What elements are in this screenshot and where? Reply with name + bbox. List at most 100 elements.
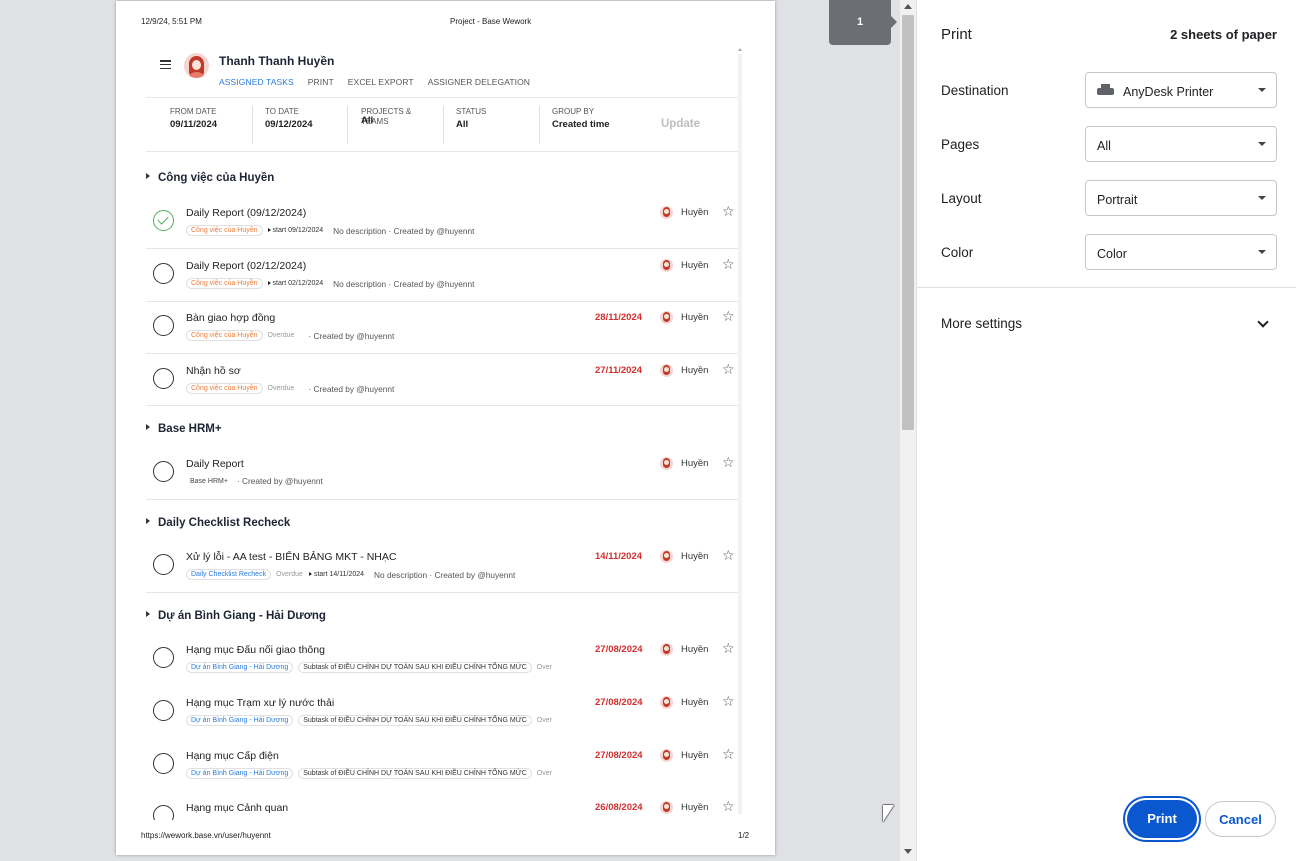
print-preview-page: 12/9/24, 5:51 PM Project - Base Wework T… (116, 1, 775, 855)
subtask-tag: Subtask of ĐIỀU CHỈNH DỰ TOÁN SAU KHI ĐI… (298, 768, 532, 779)
filter-bar: FROM DATE 09/11/2024 TO DATE 09/12/2024 … (146, 97, 738, 152)
layout-select[interactable]: Portrait (1085, 180, 1277, 216)
dropdown-arrow-icon (1258, 250, 1266, 254)
task-name: Hạng mục Đấu nối giao thông (186, 644, 325, 656)
due-date: 27/08/2024 (595, 644, 643, 655)
due-date: 14/11/2024 (595, 551, 643, 562)
checkbox-circle-icon (153, 210, 174, 231)
preview-scrollbar[interactable] (900, 0, 916, 861)
checkbox-circle-icon (153, 368, 174, 389)
task-row: Daily Report (09/12/2024) Công việc của … (146, 197, 738, 249)
checkbox-circle-icon (153, 753, 174, 774)
subtask-tag: Subtask of ĐIỀU CHỈNH DỰ TOÁN SAU KHI ĐI… (298, 715, 532, 726)
dropdown-arrow-icon (1258, 196, 1266, 200)
checkbox-circle-icon (153, 554, 174, 575)
task-meta: Công việc của Huyền start 09/12/2024 No … (186, 225, 474, 236)
overdue-label: Overdue (267, 332, 295, 339)
task-row: Daily Report (02/12/2024) Công việc của … (146, 250, 738, 302)
project-tag: Công việc của Huyền (186, 278, 263, 289)
scrollbar-thumb[interactable] (902, 15, 914, 430)
avatar (660, 801, 673, 814)
assignee: Huyền (660, 457, 708, 470)
avatar (660, 643, 673, 656)
assignee: Huyền (660, 550, 708, 563)
cancel-button[interactable]: Cancel (1205, 801, 1276, 837)
menu-icon (160, 60, 171, 70)
star-icon: ☆ (722, 454, 735, 470)
checkbox-circle-icon (153, 647, 174, 668)
checkbox-circle-icon (153, 263, 174, 284)
task-meta: Dự án Bình Giang - Hải Dương Subtask of … (186, 662, 558, 673)
task-row: Xử lý lỗi - AA test - BIỂN BẢNG MKT - NH… (146, 541, 738, 593)
mouse-cursor (883, 805, 894, 822)
task-name: Daily Report (02/12/2024) (186, 260, 307, 272)
project-tag: Daily Checklist Recheck (186, 569, 272, 580)
tab-print: PRINT (307, 77, 334, 87)
destination-select[interactable]: AnyDesk Printer (1085, 72, 1277, 108)
task-meta: Công việc của Huyền Overdue · Created by… (186, 330, 394, 341)
scroll-up-arrow[interactable] (904, 4, 912, 9)
assignee: Huyền (660, 364, 708, 377)
layout-label: Layout (941, 191, 982, 206)
task-row: Daily Report Base HRM+ · Created by @huy… (146, 448, 738, 500)
print-header-date: 12/9/24, 5:51 PM (141, 17, 202, 26)
scroll-down-arrow[interactable] (904, 849, 912, 854)
task-description: · Created by @huyennt (236, 476, 323, 486)
filter-to-date: TO DATE 09/12/2024 (265, 107, 313, 130)
star-icon: ☆ (722, 547, 735, 563)
task-meta: Công việc của Huyền Overdue · Created by… (186, 383, 394, 394)
tab-excel-export: EXCEL EXPORT (347, 77, 414, 87)
destination-label: Destination (941, 83, 1009, 98)
overdue-label: Overdue (267, 385, 295, 392)
tab-assigner-delegation: ASSIGNER DELEGATION (427, 77, 531, 87)
avatar (660, 457, 673, 470)
start-date: start 02/12/2024 (268, 280, 324, 287)
star-icon: ☆ (722, 746, 735, 762)
due-date: 27/08/2024 (595, 750, 643, 761)
star-icon: ☆ (722, 256, 735, 272)
print-button[interactable]: Print (1127, 800, 1197, 838)
task-meta: Dự án Bình Giang - Hải Dương Subtask of … (186, 715, 558, 726)
task-row: Nhận hồ sơ Công việc của Huyền Overdue ·… (146, 355, 738, 406)
filter-from-date: FROM DATE 09/11/2024 (170, 107, 218, 130)
dropdown-arrow-icon (1258, 88, 1266, 92)
more-settings-toggle[interactable]: More settings (941, 316, 1022, 331)
task-row: Bàn giao hợp đồng Công việc của Huyền Ov… (146, 302, 738, 354)
group-header: Daily Checklist Recheck (146, 517, 290, 529)
panel-title: Print (941, 26, 972, 43)
avatar (660, 311, 673, 324)
project-tag: Dự án Bình Giang - Hải Dương (186, 715, 294, 726)
checkbox-circle-icon (153, 805, 174, 820)
checkbox-circle-icon (153, 315, 174, 336)
group-header: Công việc của Huyền (146, 172, 274, 184)
pages-label: Pages (941, 137, 980, 152)
printer-icon (1097, 84, 1114, 97)
task-row: Hạng mục Cấp điện Dự án Bình Giang - Hải… (146, 740, 738, 792)
start-date: start 14/11/2024 (309, 571, 364, 578)
color-select[interactable]: Color (1085, 234, 1277, 270)
project-tag: Công việc của Huyền (186, 225, 263, 236)
task-name: Hạng mục Trạm xư lý nước thải (186, 697, 335, 709)
checkbox-circle-icon (153, 461, 174, 482)
dropdown-arrow-icon (1258, 142, 1266, 146)
task-name: Bàn giao hợp đồng (186, 312, 276, 324)
tab-bar: ASSIGNED TASKS PRINT EXCEL EXPORT ASSIGN… (219, 77, 544, 87)
avatar (660, 206, 673, 219)
project-tag: Công việc của Huyền (186, 383, 263, 394)
star-icon: ☆ (722, 640, 735, 656)
task-row: Hạng mục Trạm xư lý nước thải Dự án Bình… (146, 687, 738, 739)
assignee: Huyền (660, 696, 708, 709)
chevron-down-icon[interactable] (1257, 316, 1269, 328)
task-row: Hạng mục Đấu nối giao thông Dự án Bình G… (146, 634, 738, 686)
pages-select[interactable]: All (1085, 126, 1277, 162)
page-number-badge: 1 (829, 0, 897, 45)
project-tag: Base HRM+ (190, 477, 228, 485)
assignee: Huyền (660, 643, 708, 656)
due-date: 26/08/2024 (595, 802, 643, 813)
task-name: Nhận hồ sơ (186, 365, 241, 377)
start-date: start 09/12/2024 (268, 227, 324, 234)
task-description: No description · Created by @huyennt (333, 225, 475, 236)
filter-group-by: GROUP BY Created time (552, 107, 610, 130)
star-icon: ☆ (722, 361, 735, 377)
avatar (660, 259, 673, 272)
